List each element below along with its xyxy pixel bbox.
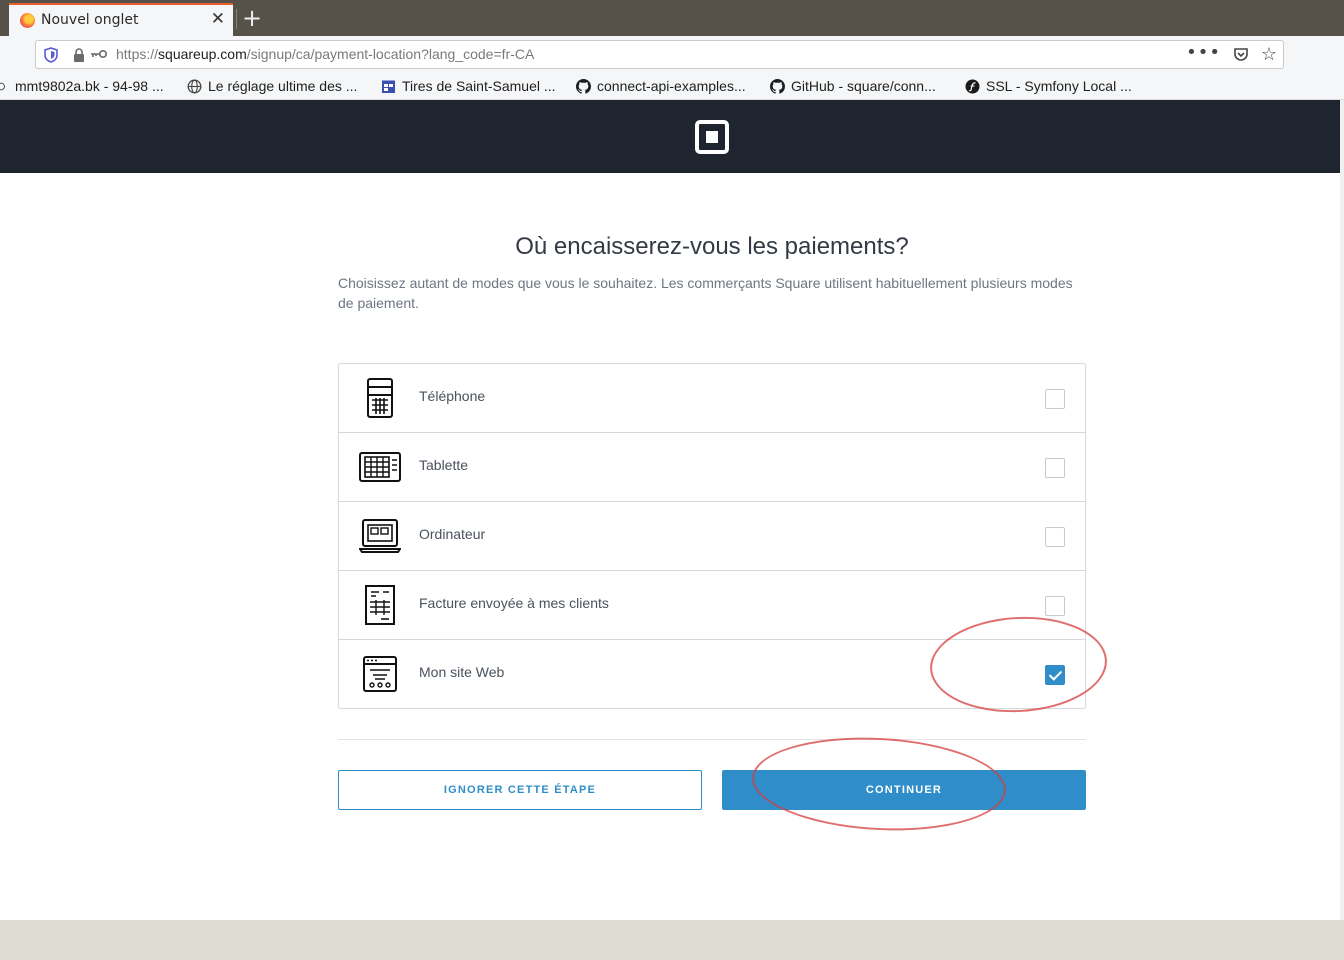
url-text[interactable]: https://squareup.com/signup/ca/payment-l…	[116, 46, 534, 62]
window-edge	[1340, 100, 1344, 920]
pocket-icon[interactable]	[1233, 47, 1249, 62]
firefox-icon	[20, 13, 35, 28]
bookmark-item[interactable]: mmt9802a.bk - 94-98 ...	[0, 78, 164, 94]
github-icon	[770, 79, 785, 94]
circle-icon	[0, 82, 5, 91]
symfony-icon	[965, 79, 980, 94]
tab-separator	[236, 9, 237, 29]
bookmark-label: connect-api-examples...	[597, 78, 746, 94]
website-checkbox[interactable]	[1045, 665, 1065, 685]
option-tablet[interactable]: Tablette	[339, 433, 1085, 502]
computer-checkbox[interactable]	[1045, 527, 1065, 547]
option-invoice[interactable]: Facture envoyée à mes clients	[339, 571, 1085, 640]
url-path: /signup/ca/payment-location?lang_code=fr…	[246, 46, 535, 62]
bookmark-item[interactable]: connect-api-examples...	[576, 78, 746, 94]
option-label: Téléphone	[419, 388, 486, 404]
calendar-icon	[382, 80, 395, 93]
site-header	[0, 100, 1344, 173]
option-computer[interactable]: Ordinateur	[339, 502, 1085, 571]
option-phone[interactable]: Téléphone	[339, 364, 1085, 433]
browser-tab-bar: Nouvel onglet ✕ +	[0, 0, 1344, 36]
github-icon	[576, 79, 591, 94]
bookmark-star-icon[interactable]: ☆	[1261, 44, 1277, 65]
square-logo-icon[interactable]	[695, 120, 729, 154]
bookmark-item[interactable]: Tires de Saint-Samuel ...	[381, 78, 556, 94]
tab-title: Nouvel onglet	[41, 12, 139, 28]
navigation-bar: https://squareup.com/signup/ca/payment-l…	[0, 36, 1344, 74]
website-icon	[363, 656, 397, 692]
skip-step-button[interactable]: IGNORER CETTE ÉTAPE	[338, 770, 702, 810]
page-subtitle: Choisissez autant de modes que vous le s…	[338, 275, 1073, 311]
page-footer-strip	[0, 920, 1344, 960]
tablet-checkbox[interactable]	[1045, 458, 1065, 478]
invoice-checkbox[interactable]	[1045, 596, 1065, 616]
bookmark-label: Le réglage ultime des ...	[208, 78, 358, 94]
page-actions-icon[interactable]: •••	[1186, 42, 1221, 63]
bookmark-item[interactable]: Le réglage ultime des ...	[187, 78, 357, 94]
bookmark-label: GitHub - square/conn...	[791, 78, 936, 94]
url-prefix: https://	[116, 46, 159, 62]
globe-icon	[187, 79, 202, 94]
tablet-icon	[359, 452, 401, 482]
option-label: Mon site Web	[419, 664, 505, 680]
option-label: Tablette	[419, 457, 469, 473]
phone-checkbox[interactable]	[1045, 389, 1065, 409]
lock-icon[interactable]	[73, 48, 85, 62]
bookmark-label: Tires de Saint-Samuel ...	[402, 78, 556, 94]
computer-icon	[359, 519, 401, 553]
payment-location-options: Téléphone Tablette Ordinateur Facture en…	[338, 363, 1086, 709]
url-host: squareup.com	[158, 46, 247, 62]
close-tab-icon[interactable]: ✕	[211, 9, 225, 29]
bookmark-label: SSL - Symfony Local ...	[986, 78, 1132, 94]
option-label: Ordinateur	[419, 526, 486, 542]
invoice-icon	[365, 585, 395, 625]
bookmark-item[interactable]: GitHub - square/conn...	[770, 78, 936, 94]
continue-button[interactable]: CONTINUER	[722, 770, 1086, 810]
bookmark-item[interactable]: SSL - Symfony Local ...	[965, 78, 1132, 94]
tracking-shield-icon[interactable]	[44, 47, 58, 63]
option-label: Facture envoyée à mes clients	[419, 595, 609, 611]
address-bar[interactable]: https://squareup.com/signup/ca/payment-l…	[35, 40, 1284, 69]
bookmark-label: mmt9802a.bk - 94-98 ...	[15, 78, 164, 94]
browser-tab[interactable]: Nouvel onglet ✕	[9, 3, 233, 36]
page-title: Où encaisserez-vous les paiements?	[515, 233, 909, 260]
option-website[interactable]: Mon site Web	[339, 640, 1085, 708]
phone-icon	[367, 378, 393, 418]
bookmarks-toolbar: mmt9802a.bk - 94-98 ... Le réglage ultim…	[0, 74, 1344, 100]
divider	[338, 739, 1086, 740]
new-tab-button[interactable]: +	[240, 3, 264, 33]
key-icon[interactable]	[90, 49, 108, 59]
